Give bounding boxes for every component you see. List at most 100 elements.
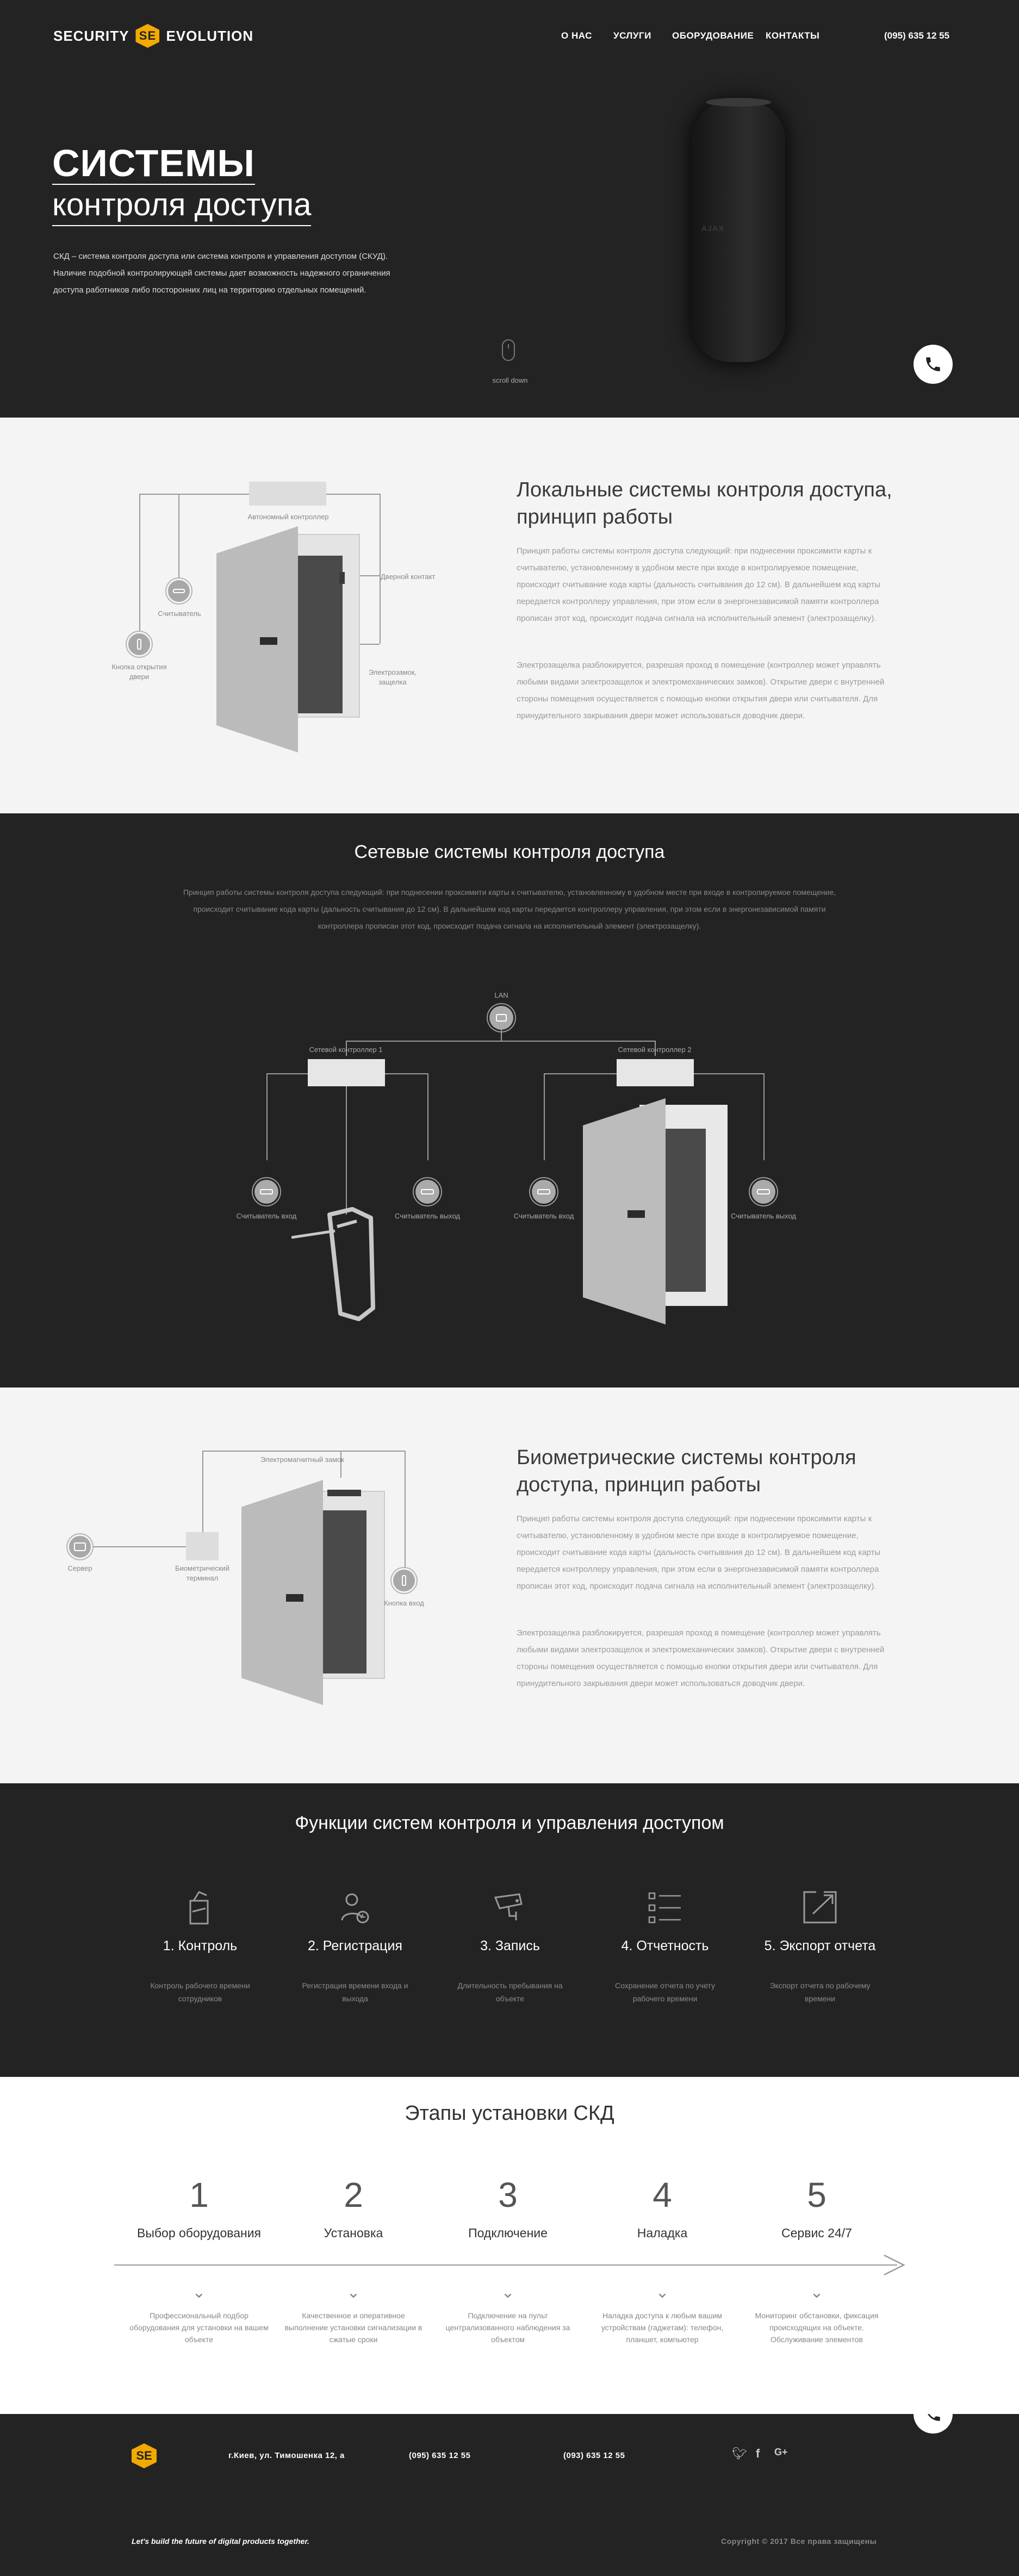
- network-systems-section: Сетевые системы контроля доступа Принцип…: [0, 813, 1019, 1387]
- google-plus-icon[interactable]: G+: [774, 2447, 788, 2458]
- ajax-device-topcap: [706, 98, 771, 107]
- reader-in-2-icon: [532, 1180, 556, 1204]
- network-title: Сетевые системы контроля доступа: [354, 842, 665, 862]
- chevron-down-icon: ⌄: [346, 2283, 361, 2301]
- footer-logo[interactable]: SE: [132, 2443, 157, 2468]
- function-desc: Регистрация времени входа и выхода: [302, 1981, 408, 2003]
- stage-number: 1: [189, 2175, 209, 2214]
- server-label: Сервер: [67, 1564, 92, 1572]
- function-item-registration: 2. Регистрация Регистрация времени входа…: [290, 1890, 420, 2005]
- door-leaf: [216, 526, 298, 752]
- export-icon: [803, 1891, 837, 1924]
- door-opening: [297, 556, 343, 713]
- ctrl1-label: Сетевой контроллер 1: [309, 1046, 383, 1054]
- ctrl2-label: Сетевой контроллер 2: [618, 1046, 692, 1054]
- camera-icon: [494, 1893, 523, 1920]
- footer-copyright: Copyright © 2017 Все права защищены: [721, 2537, 877, 2546]
- stage-title: Сервис 24/7: [781, 2226, 852, 2240]
- function-item-control: 1. Контроль Контроль рабочего времени со…: [135, 1890, 265, 2005]
- stage-title: Подключение: [468, 2226, 548, 2240]
- scroll-down-label[interactable]: scroll down: [488, 376, 532, 384]
- local-title: Локальные системы контроля доступа, прин…: [517, 478, 892, 528]
- stage-number: 2: [344, 2175, 363, 2214]
- footer: SE г.Киев, ул. Тимошенка 12, а (095) 635…: [0, 2414, 1019, 2576]
- stage-desc: Качественное и оперативное выполнение ус…: [284, 2311, 422, 2344]
- stage-number: 4: [653, 2175, 672, 2214]
- scroll-mouse-icon[interactable]: [502, 339, 515, 361]
- stage-item: 4 Наладка ⌄ Наладка доступа к любым ваши…: [592, 2175, 733, 2345]
- ajax-device-label: AJAX: [701, 224, 725, 233]
- stage-item: 3 Подключение ⌄ Подключение на пульт цен…: [437, 2175, 579, 2345]
- stage-desc: Мониторинг обстановки, фиксация происход…: [755, 2311, 879, 2344]
- header-phone[interactable]: (095) 635 12 55: [884, 30, 949, 41]
- biometric-systems-section: Электромагнитный замок Сервер Биометриче…: [0, 1387, 1019, 1783]
- stage-desc: Подключение на пульт централизованного н…: [445, 2311, 570, 2344]
- nav-contacts[interactable]: КОНТАКТЫ: [766, 30, 819, 41]
- bio-door-opening: [323, 1510, 366, 1673]
- em-lock: [327, 1490, 361, 1496]
- twitter-icon[interactable]: 🐦︎: [732, 2447, 747, 2461]
- call-button[interactable]: [914, 345, 953, 384]
- stages-title: Этапы установки СКД: [405, 2102, 614, 2125]
- stage-item: 1 Выбор оборудования ⌄ Профессиональный …: [128, 2175, 270, 2345]
- autonomous-controller: [249, 482, 326, 506]
- stage-item: 2 Установка ⌄ Качественное и оперативное…: [283, 2175, 424, 2345]
- door-handle: [260, 637, 277, 645]
- network-door-handle: [627, 1210, 645, 1218]
- local-paragraph-2: Электрозащелка разблокируется, разрешая …: [517, 661, 885, 720]
- facebook-icon[interactable]: f: [756, 2447, 760, 2461]
- local-paragraph-1: Принцип работы системы контроля доступа …: [517, 546, 881, 623]
- function-title: 5. Экспорт отчета: [764, 1938, 876, 1953]
- hero-title-2: контроля доступа: [52, 185, 312, 226]
- footer-phone-1[interactable]: (095) 635 12 55: [409, 2451, 470, 2460]
- server-icon: [67, 1534, 92, 1559]
- stage-desc: Наладка доступа к любым вашим устройства…: [601, 2311, 724, 2344]
- entry-button-label: Кнопка вход: [384, 1599, 424, 1607]
- controller-label: Автономный контроллер: [247, 513, 329, 521]
- entry-button-icon: [392, 1568, 417, 1593]
- logo-mark: SE: [135, 24, 160, 48]
- local-systems-section: Автономный контроллер Считыватель Кнопка…: [0, 418, 1019, 813]
- nav-about[interactable]: О НАС: [561, 30, 592, 41]
- chevron-down-icon: ⌄: [192, 2283, 206, 2301]
- stages-section: Этапы установки СКД 1 Выбор оборудования…: [0, 2077, 1019, 2414]
- electromagnetic-lock-label: Электромагнитный замок: [260, 1455, 344, 1464]
- network-text: Принцип работы системы контроля доступа …: [183, 888, 836, 930]
- chevron-down-icon: ⌄: [501, 2283, 515, 2301]
- user-clock-icon: [341, 1893, 369, 1924]
- lan-icon: [489, 1006, 513, 1030]
- function-title: 1. Контроль: [163, 1938, 238, 1953]
- logo[interactable]: SECURITY SE EVOLUTION: [53, 24, 253, 48]
- bio-paragraph-1: Принцип работы системы контроля доступа …: [517, 1514, 881, 1591]
- reader-in-2-label: Считыватель вход: [513, 1212, 574, 1220]
- reader-out-1-icon: [415, 1180, 439, 1204]
- function-title: 3. Запись: [480, 1938, 540, 1953]
- nav-equipment[interactable]: ОБОРУДОВАНИЕ: [672, 30, 754, 41]
- exit-button-label: Кнопка открытия двери: [111, 663, 167, 681]
- hero-text: СКД – система контроля доступа или систе…: [53, 252, 390, 295]
- function-title: 4. Отчетность: [621, 1938, 709, 1953]
- function-desc: Сохранение отчета по учету рабочего врем…: [615, 1981, 715, 2003]
- turnstile-icon: [189, 1891, 209, 1925]
- lock-label: Электрозамок, защелка: [368, 668, 417, 686]
- function-desc: Контроль рабочего времени сотрудников: [150, 1981, 250, 2003]
- exit-button-icon: [127, 632, 152, 657]
- network-door-opening: [659, 1129, 706, 1292]
- stage-number: 5: [807, 2175, 827, 2214]
- network-controller-2: [617, 1059, 694, 1086]
- functions-section: Функции систем контроля и управления дос…: [0, 1783, 1019, 2077]
- phone-icon: [926, 357, 940, 371]
- function-item-reporting: 4. Отчетность Сохранение отчета по учету…: [600, 1890, 730, 2005]
- function-item-export: 5. Экспорт отчета Экспорт отчета по рабо…: [755, 1890, 885, 2005]
- footer-phone-2[interactable]: (093) 635 12 55: [563, 2451, 625, 2460]
- reader-out-2-label: Считыватель выход: [731, 1212, 796, 1220]
- bio-paragraph-2: Электрозащелка разблокируется, разрешая …: [517, 1628, 885, 1688]
- bio-title: Биометрические системы контроля доступа,…: [517, 1446, 856, 1496]
- chevron-down-icon: ⌄: [810, 2283, 824, 2301]
- function-desc: Экспорт отчета по рабочему времени: [769, 1981, 871, 2003]
- network-controller-1: [308, 1059, 385, 1086]
- footer-call-button[interactable]: [914, 2414, 953, 2434]
- function-item-record: 3. Запись Длительность пребывания на объ…: [445, 1890, 575, 2005]
- nav-services[interactable]: УСЛУГИ: [613, 30, 651, 41]
- stage-title: Наладка: [637, 2226, 688, 2240]
